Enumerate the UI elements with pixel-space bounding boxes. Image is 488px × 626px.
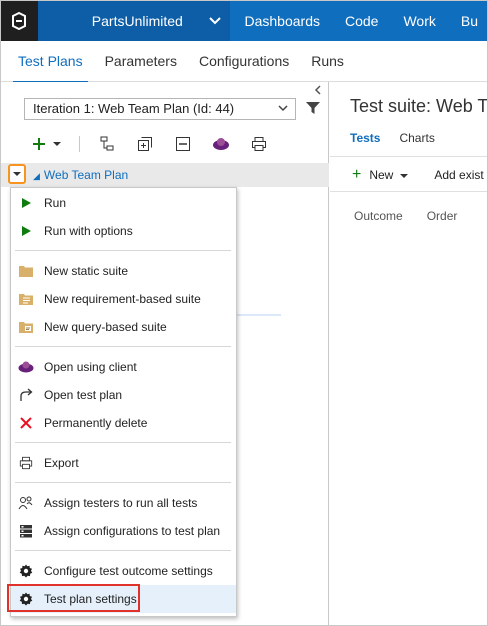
add-existing-button[interactable]: Add exist	[434, 168, 483, 182]
filter-icon[interactable]	[305, 100, 321, 119]
menu-item-open-using-client[interactable]: Open using client	[11, 353, 236, 381]
assign-testers-icon	[18, 495, 34, 511]
nav-code[interactable]: Code	[331, 13, 389, 29]
plus-icon: +	[352, 166, 362, 183]
chevron-down-icon	[400, 168, 409, 182]
column-order[interactable]: Order	[427, 209, 458, 223]
new-label: New	[369, 168, 394, 182]
delete-x-icon	[18, 415, 34, 431]
tree-view-icon[interactable]	[96, 134, 118, 154]
client-icon[interactable]	[210, 134, 232, 154]
suite-toolbar: + New Add exist	[352, 166, 484, 184]
menu-separator	[15, 346, 231, 347]
tab-runs[interactable]: Runs	[300, 41, 355, 82]
menu-item-label: Run with options	[44, 224, 133, 238]
client-icon	[18, 359, 34, 375]
chevron-down-icon	[208, 13, 222, 30]
tree-item-web-team-plan[interactable]: ◢ Web Team Plan	[33, 168, 128, 182]
highlight-box	[7, 584, 140, 612]
menu-item-new-static-suite[interactable]: New static suite	[11, 257, 236, 285]
menu-item-assign-configurations[interactable]: Assign configurations to test plan	[11, 517, 236, 545]
printer-icon	[18, 455, 34, 471]
configurations-icon	[18, 523, 34, 539]
tab-charts[interactable]: Charts	[399, 131, 434, 145]
column-outcome[interactable]: Outcome	[354, 209, 403, 223]
menu-item-label: Configure test outcome settings	[44, 564, 213, 578]
collapse-all-icon[interactable]	[172, 134, 194, 154]
expand-triangle-icon: ◢	[33, 171, 40, 181]
menu-item-assign-testers[interactable]: Assign testers to run all tests	[11, 489, 236, 517]
iteration-select[interactable]: Iteration 1: Web Team Plan (Id: 44)	[24, 98, 296, 120]
grid-header: Outcome Order	[354, 209, 481, 223]
top-bar: PartsUnlimited Dashboards Code Work Bu	[1, 1, 487, 41]
tree-context-menu-button[interactable]	[8, 164, 26, 184]
divider	[330, 191, 487, 192]
app-window: PartsUnlimited Dashboards Code Work Bu T…	[0, 0, 488, 626]
project-selector[interactable]: PartsUnlimited	[37, 1, 231, 41]
vsts-logo-icon[interactable]	[1, 1, 38, 41]
expand-all-icon[interactable]	[134, 134, 156, 154]
project-name: PartsUnlimited	[91, 13, 183, 29]
menu-item-run[interactable]: Run	[11, 189, 236, 217]
menu-separator	[15, 442, 231, 443]
menu-item-run-with-options[interactable]: Run with options	[11, 217, 236, 245]
menu-item-label: Open test plan	[44, 388, 123, 402]
menu-item-label: Permanently delete	[44, 416, 148, 430]
menu-item-label: Assign configurations to test plan	[44, 524, 221, 538]
play-icon	[18, 195, 34, 211]
play-icon	[18, 223, 34, 239]
menu-item-open-test-plan[interactable]: Open test plan	[11, 381, 236, 409]
test-plan-context-menu: Run Run with options New static suite Ne…	[10, 187, 237, 617]
menu-item-label: Export	[44, 456, 79, 470]
menu-item-label: Open using client	[44, 360, 137, 374]
divider	[330, 156, 487, 157]
suite-title: Test suite: Web Te	[350, 96, 488, 116]
query-suite-icon	[18, 319, 34, 335]
tab-configurations[interactable]: Configurations	[188, 41, 300, 82]
collapse-pane-icon[interactable]	[314, 85, 322, 98]
hub-tabs: Test Plans Parameters Configurations Run…	[1, 41, 487, 83]
tree-item-label: Web Team Plan	[43, 168, 129, 182]
menu-separator	[15, 550, 231, 551]
nav-work[interactable]: Work	[389, 13, 446, 29]
toolbar-divider	[79, 136, 80, 152]
menu-item-new-query-suite[interactable]: New query-based suite	[11, 313, 236, 341]
menu-item-label: Run	[44, 196, 67, 210]
requirement-suite-icon	[18, 291, 34, 307]
open-arrow-icon	[18, 387, 34, 403]
menu-separator	[15, 250, 231, 251]
nav-dashboards[interactable]: Dashboards	[230, 13, 331, 29]
add-suite-icon[interactable]	[33, 134, 63, 154]
folder-icon	[18, 263, 34, 279]
menu-item-configure-outcome-settings[interactable]: Configure test outcome settings	[11, 557, 236, 585]
new-test-button[interactable]: + New	[352, 166, 409, 184]
chevron-down-icon	[277, 102, 289, 117]
menu-item-label: New requirement-based suite	[44, 292, 201, 306]
suite-tabs: Tests Charts	[350, 131, 454, 145]
printer-icon[interactable]	[248, 134, 270, 154]
tree-toolbar	[33, 134, 286, 154]
test-suite-pane: Test suite: Web Te Tests Charts + New Ad…	[330, 82, 488, 625]
menu-item-permanently-delete[interactable]: Permanently delete	[11, 409, 236, 437]
iteration-value: Iteration 1: Web Team Plan (Id: 44)	[33, 101, 235, 116]
nav-build[interactable]: Bu	[447, 13, 487, 29]
gear-icon	[18, 563, 34, 579]
menu-separator	[15, 482, 231, 483]
menu-item-label: Assign testers to run all tests	[44, 496, 198, 510]
tab-tests[interactable]: Tests	[350, 131, 380, 145]
menu-item-label: New static suite	[44, 264, 129, 278]
menu-item-new-requirement-suite[interactable]: New requirement-based suite	[11, 285, 236, 313]
menu-item-export[interactable]: Export	[11, 449, 236, 477]
tab-parameters[interactable]: Parameters	[94, 41, 188, 82]
menu-item-label: New query-based suite	[44, 320, 167, 334]
tab-test-plans[interactable]: Test Plans	[7, 41, 94, 83]
